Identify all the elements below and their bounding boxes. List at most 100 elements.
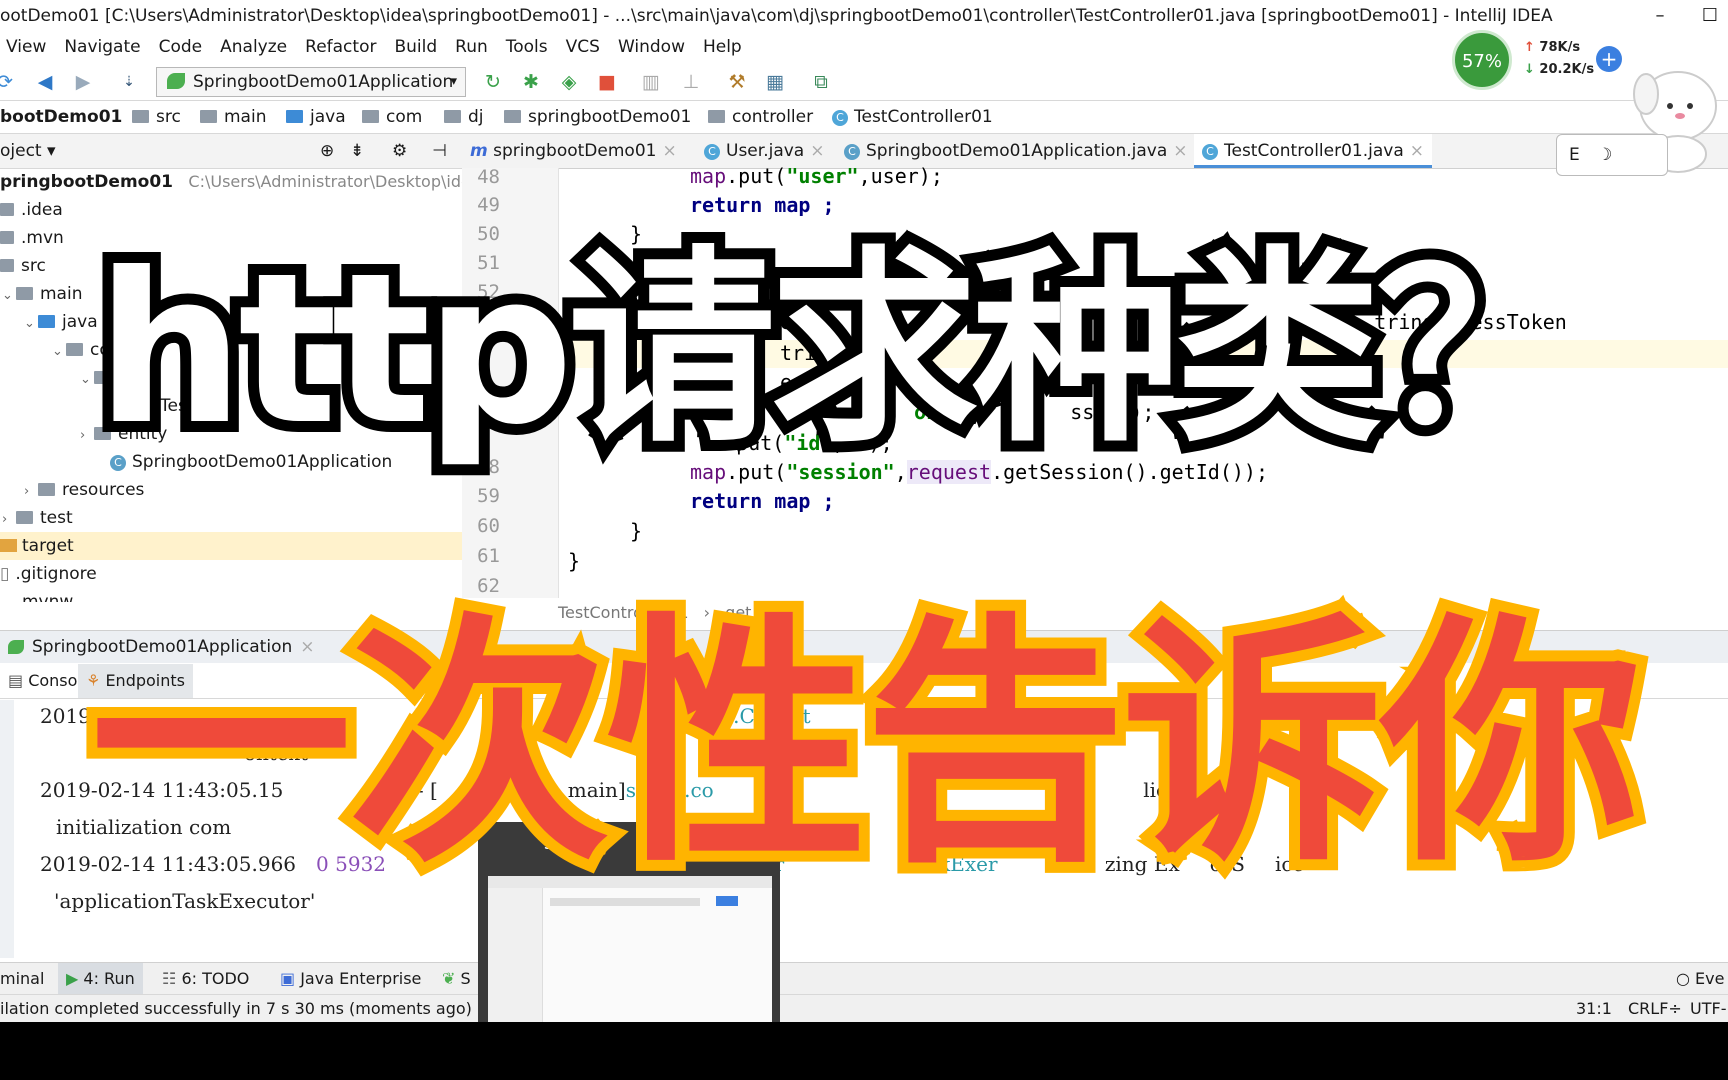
caption-bottom: 一次性告诉你 [79, 581, 1653, 908]
class-icon: C [704, 144, 720, 160]
folder-icon [132, 110, 149, 123]
folder-icon [286, 110, 303, 123]
menu-analyze[interactable]: Analyze [220, 37, 287, 57]
code-line-49[interactable]: return map ; [690, 193, 835, 217]
tree-item-gitignore[interactable]: ▯ .gitignore [0, 560, 97, 588]
crumb-package[interactable]: springbootDemo01 [504, 101, 691, 133]
debug-icon[interactable]: ✱ [520, 71, 542, 93]
spring-icon: ❦ [442, 969, 461, 988]
settings-icon[interactable]: ⚒ [726, 71, 748, 93]
menu-run[interactable]: Run [455, 37, 488, 57]
hide-panel-icon[interactable]: ⊣ [432, 134, 447, 168]
crumb-class[interactable]: C TestController01 [832, 101, 993, 133]
code-line-59[interactable]: return map ; [690, 489, 835, 513]
rerun-icon[interactable]: ↻ [482, 71, 504, 93]
crumb-src[interactable]: src [132, 101, 181, 133]
menu-help[interactable]: Help [703, 37, 742, 57]
close-icon[interactable]: × [662, 141, 676, 161]
crumb-project[interactable]: bootDemo01 [0, 101, 122, 133]
search-icon: ○ [1676, 969, 1696, 988]
locate-icon[interactable]: ⊕ [320, 134, 334, 168]
tab-application[interactable]: C SpringbootDemo01Application.java × [836, 134, 1196, 168]
maximize-icon[interactable]: ☐ [1690, 0, 1728, 32]
class-icon: C [1202, 144, 1218, 160]
menu-navigate[interactable]: Navigate [64, 37, 140, 57]
crumb-java[interactable]: java [286, 101, 346, 133]
back-icon[interactable]: ◀ [34, 71, 56, 93]
tab-user[interactable]: C User.java × [696, 134, 832, 168]
run-tool-tab[interactable]: ▶ 4: Run [58, 963, 143, 995]
todo-icon: ☷ [162, 969, 182, 988]
tree-item-src[interactable]: src [0, 252, 46, 280]
tree-item-resources[interactable]: › resources [24, 476, 144, 504]
crumb-controller[interactable]: controller [708, 101, 813, 133]
stop-icon[interactable]: ■ [596, 71, 618, 93]
sdk-icon[interactable]: ⧉ [810, 71, 832, 93]
menu-tools[interactable]: Tools [506, 37, 548, 57]
tree-item-project[interactable]: pringbootDemo01 C:\Users\Administrator\D… [0, 168, 471, 196]
minimize-icon[interactable]: – [1640, 0, 1680, 32]
folder-icon [38, 483, 55, 496]
folder-icon [504, 110, 521, 123]
tree-item-target[interactable]: target [0, 532, 462, 560]
collapse-icon[interactable]: ⇟ [350, 134, 364, 168]
event-log-tab[interactable]: ○ Eve [1676, 963, 1724, 995]
add-icon[interactable]: + [1596, 46, 1622, 72]
folder-icon [16, 511, 33, 524]
status-message: ilation completed successfully in 7 s 30… [0, 999, 472, 1018]
code-line-60[interactable]: } [630, 519, 642, 543]
menu-window[interactable]: Window [618, 37, 685, 57]
chevron-down-icon: ▾ [450, 74, 457, 89]
status-bar: ilation completed successfully in 7 s 30… [0, 994, 1728, 1022]
forward-icon[interactable]: ▶ [72, 71, 94, 93]
todo-tab[interactable]: ☷ 6: TODO [162, 963, 249, 995]
class-icon: C [832, 110, 848, 126]
line-separator[interactable]: CRLF÷ [1628, 995, 1682, 1022]
crumb-main[interactable]: main [200, 101, 266, 133]
run-icon: ▶ [66, 969, 84, 988]
tree-item-main[interactable]: ⌄ main [2, 280, 82, 308]
run-config-select[interactable]: SpringbootDemo01Application ▾ [156, 67, 466, 97]
terminal-tab[interactable]: minal [0, 963, 44, 995]
close-icon[interactable]: × [1173, 141, 1187, 161]
project-view-select[interactable]: oject ▾ [0, 134, 56, 168]
structure-icon[interactable]: ▦ [764, 71, 786, 93]
spring-tab[interactable]: ❦ S [442, 963, 471, 995]
title-bar: ootDemo01 [C:\Users\Administrator\Deskto… [0, 0, 1728, 32]
tree-item-mvn[interactable]: .mvn [0, 224, 64, 252]
tree-item-idea[interactable]: .idea [0, 196, 63, 224]
build-icon[interactable]: ⇣ [118, 71, 140, 93]
close-icon[interactable]: × [1410, 141, 1424, 161]
network-monitor-widget[interactable]: 57% ↑ 78K/s ↓ 20.2K/s + [1452, 30, 1630, 92]
crumb-com[interactable]: com [362, 101, 422, 133]
caption-top: http请求种类？ [85, 219, 1595, 481]
file-encoding[interactable]: UTF- [1690, 995, 1726, 1022]
window-title: ootDemo01 [C:\Users\Administrator\Deskto… [0, 6, 1553, 26]
menu-vcs[interactable]: VCS [566, 37, 600, 57]
suspend-icon[interactable]: ▥ [640, 71, 662, 93]
code-line-61[interactable]: } [568, 549, 580, 573]
code-line-48[interactable]: map.put("user",user); [690, 164, 943, 188]
menu-refactor[interactable]: Refactor [305, 37, 376, 57]
gear-icon[interactable]: ⚙ [392, 134, 407, 168]
tab-testcontroller[interactable]: C TestController01.java × [1194, 134, 1433, 168]
tab-module[interactable]: m springbootDemo01 × [462, 134, 685, 168]
line-number: 48 [477, 166, 500, 188]
tree-item-test[interactable]: › test [2, 504, 73, 532]
caret-position[interactable]: 31:1 [1576, 995, 1612, 1022]
run-config-label: SpringbootDemo01Application [193, 72, 454, 92]
coverage-icon[interactable]: ◈ [558, 71, 580, 93]
menu-view[interactable]: View [6, 37, 46, 57]
sync-icon[interactable]: ⟳ [0, 71, 16, 93]
folder-icon [66, 343, 83, 356]
menu-code[interactable]: Code [159, 37, 203, 57]
cpu-gauge: 57% [1452, 30, 1512, 90]
tree-item-java[interactable]: ⌄ java [24, 308, 98, 336]
ime-toolbar[interactable]: E ☽ [1556, 134, 1668, 176]
dump-icon[interactable]: ⊥ [680, 71, 702, 93]
chevron-down-icon: ⌄ [2, 288, 13, 303]
java-enterprise-tab[interactable]: ▣ Java Enterprise [280, 963, 421, 995]
close-icon[interactable]: × [810, 141, 824, 161]
crumb-dj[interactable]: dj [444, 101, 484, 133]
menu-build[interactable]: Build [394, 37, 437, 57]
